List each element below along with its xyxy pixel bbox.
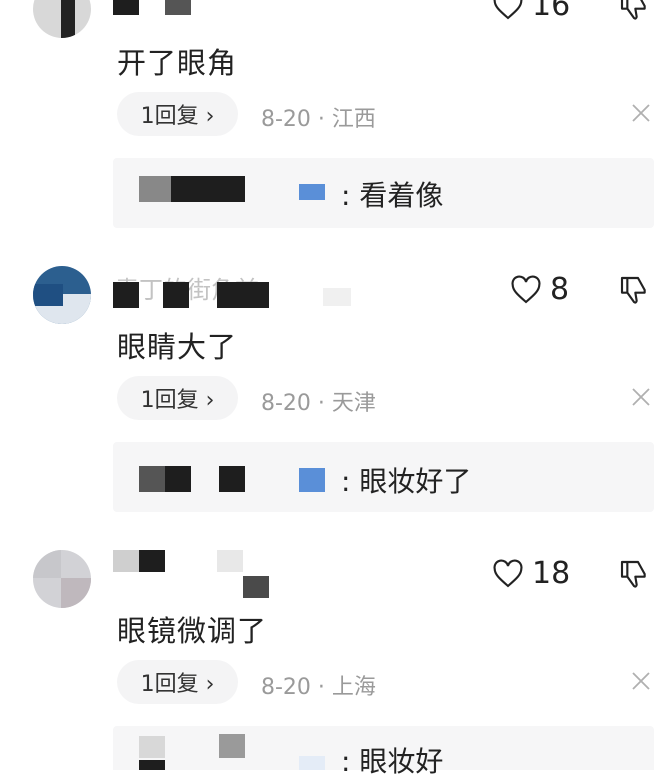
heart-outline-icon [493,559,523,587]
comment-item: 18 眼镜微调了 1回复 › 8-20 · 上海 : 眼妆好 [0,542,671,778]
sub-reply-prefix: : [341,745,360,778]
sub-reply-preview[interactable]: : 看着像 [113,158,654,228]
dislike-button[interactable] [618,558,650,590]
redacted-name [139,176,245,202]
like-count: 16 [532,0,571,23]
like-count: 8 [550,272,570,307]
avatar[interactable] [33,550,91,608]
like-button[interactable]: 16 [492,0,570,23]
heart-outline-icon [511,275,541,303]
sub-reply-text: 眼妆好 [359,745,444,778]
comment-location: 上海 [331,675,376,700]
comment-location: 江西 [331,107,376,132]
sub-reply-text-wrap: : 眼妆好 [341,740,443,780]
redacted-name [139,760,165,770]
comment-text: 开了眼角 [117,46,238,80]
redacted-name [139,736,165,758]
username-redacted[interactable] [113,0,203,30]
comment-meta: 8-20 · 江西 [261,101,376,133]
sub-reply-text-wrap: : 看着像 [341,174,443,214]
close-icon [632,672,650,690]
close-icon [632,388,650,406]
comment-meta: 8-20 · 天津 [261,385,376,417]
sub-reply-text: 眼妆好了 [359,465,472,498]
sub-reply-prefix: : [341,465,360,498]
thumbs-down-outline-icon [620,276,646,304]
thumbs-down-outline-icon [620,560,646,588]
reply-count-button[interactable]: 1回复 › [117,660,238,704]
meta-separator: · [310,391,332,416]
sub-reply-text: 看着像 [359,179,444,212]
like-button[interactable]: 18 [492,556,570,591]
thumbs-down-outline-icon [620,0,646,20]
meta-separator: · [310,107,332,132]
comment-date: 8-20 [261,107,311,132]
sub-reply-preview[interactable]: : 眼妆好了 [113,442,654,512]
comment-meta: 8-20 · 上海 [261,669,376,701]
sub-reply-prefix: : [341,179,360,212]
reply-count-button[interactable]: 1回复 › [117,376,238,420]
dislike-button[interactable] [618,274,650,306]
comment-location: 天津 [331,391,376,416]
comment-text: 眼镜微调了 [117,614,268,648]
like-button[interactable]: 8 [510,272,569,307]
username-redacted[interactable] [113,550,273,598]
avatar[interactable] [33,266,91,324]
dislike-button[interactable] [618,0,650,22]
reply-count-button[interactable]: 1回复 › [117,92,238,136]
username-redacted[interactable]: 青丁的街角前 [113,274,353,308]
like-count: 18 [532,556,571,591]
redacted-badge [299,756,325,770]
redacted-name [219,734,245,758]
comment-date: 8-20 [261,391,311,416]
avatar[interactable] [33,0,91,38]
close-button[interactable] [630,386,652,412]
meta-separator: · [310,675,332,700]
sub-reply-preview[interactable]: : 眼妆好 [113,726,654,778]
comment-item: 16 开了眼角 1回复 › 8-20 · 江西 : 看着像 [0,0,671,240]
redacted-name [139,466,191,492]
comment-text: 眼睛大了 [117,330,238,364]
heart-outline-icon [493,0,523,19]
close-button[interactable] [630,102,652,128]
redacted-badge [299,184,325,200]
redacted-badge [299,468,325,492]
comment-item: 青丁的街角前 8 眼睛大了 1回复 › 8-20 · 天津 : 眼妆好了 [0,258,671,528]
close-button[interactable] [630,670,652,696]
close-icon [632,104,650,122]
redacted-name [219,466,245,492]
sub-reply-text-wrap: : 眼妆好了 [341,460,471,500]
comment-date: 8-20 [261,675,311,700]
